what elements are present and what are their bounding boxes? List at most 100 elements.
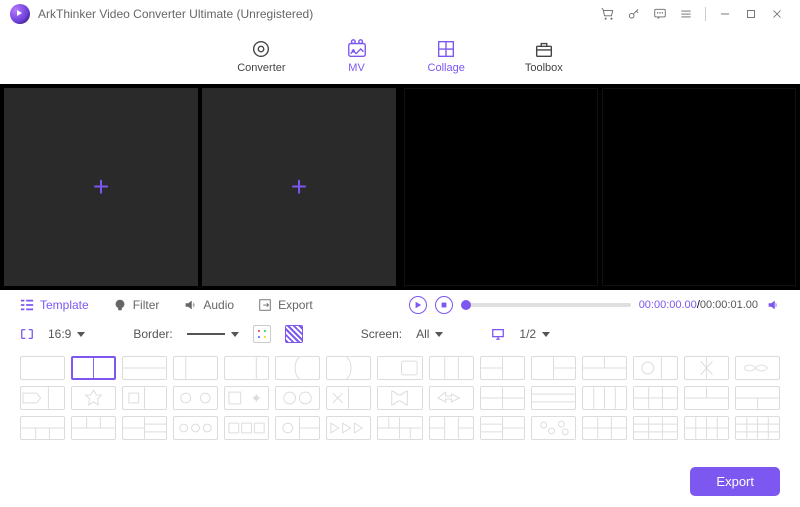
- collage-slot-2[interactable]: +: [202, 88, 396, 286]
- template-item[interactable]: [429, 356, 474, 380]
- template-item[interactable]: [531, 356, 576, 380]
- titlebar: ArkThinker Video Converter Ultimate (Unr…: [0, 0, 800, 28]
- close-button[interactable]: [766, 3, 788, 25]
- template-item[interactable]: [173, 386, 218, 410]
- time-current: 00:00:00.00: [639, 299, 697, 311]
- seek-handle[interactable]: [461, 300, 471, 310]
- template-item[interactable]: [633, 416, 678, 440]
- template-options: 16:9 Border: Screen: All 1/2: [0, 320, 800, 348]
- template-item[interactable]: [275, 356, 320, 380]
- section-audio-label: Audio: [203, 298, 234, 312]
- template-item[interactable]: [326, 356, 371, 380]
- template-item[interactable]: [735, 356, 780, 380]
- template-item[interactable]: [633, 356, 678, 380]
- time-display: 00:00:00.00/00:00:01.00: [639, 299, 758, 311]
- add-media-icon: +: [93, 171, 109, 203]
- tab-toolbox-label: Toolbox: [525, 62, 563, 74]
- template-item[interactable]: [122, 356, 167, 380]
- key-icon[interactable]: [623, 3, 645, 25]
- preview-slot-2: [602, 88, 796, 286]
- playback-controls: 00:00:00.00/00:00:01.00: [409, 296, 780, 314]
- border-label: Border:: [133, 327, 172, 341]
- tab-converter-label: Converter: [237, 62, 285, 74]
- template-item[interactable]: [735, 416, 780, 440]
- template-item[interactable]: [173, 356, 218, 380]
- template-item[interactable]: [582, 356, 627, 380]
- collage-slot-1[interactable]: +: [4, 88, 198, 286]
- template-item[interactable]: [429, 386, 474, 410]
- add-media-icon: +: [291, 171, 307, 203]
- tab-converter[interactable]: Converter: [237, 38, 285, 74]
- screen-icon: [491, 327, 505, 341]
- page-dropdown[interactable]: 1/2: [519, 327, 550, 341]
- template-item[interactable]: [122, 416, 167, 440]
- template-item[interactable]: [275, 386, 320, 410]
- app-title: ArkThinker Video Converter Ultimate (Unr…: [38, 7, 313, 21]
- feedback-icon[interactable]: [649, 3, 671, 25]
- menu-icon[interactable]: [675, 3, 697, 25]
- template-item[interactable]: [377, 416, 422, 440]
- template-item[interactable]: [582, 386, 627, 410]
- minimize-button[interactable]: [714, 3, 736, 25]
- template-item[interactable]: [480, 416, 525, 440]
- border-color-button[interactable]: [253, 325, 271, 343]
- template-item[interactable]: [71, 416, 116, 440]
- template-item[interactable]: [377, 356, 422, 380]
- cart-icon[interactable]: [597, 3, 619, 25]
- template-item[interactable]: [224, 416, 269, 440]
- template-item[interactable]: [531, 416, 576, 440]
- tab-collage[interactable]: Collage: [428, 38, 465, 74]
- border-pattern-button[interactable]: [285, 325, 303, 343]
- play-button[interactable]: [409, 296, 427, 314]
- template-item[interactable]: [224, 356, 269, 380]
- collage-edit-pane: + +: [0, 84, 400, 290]
- export-button[interactable]: Export: [690, 467, 780, 496]
- footer: Export: [0, 455, 800, 507]
- template-item[interactable]: [20, 416, 65, 440]
- template-item[interactable]: [633, 386, 678, 410]
- stop-button[interactable]: [435, 296, 453, 314]
- preview-pane: [400, 84, 800, 290]
- template-item[interactable]: [531, 386, 576, 410]
- section-template-label: Template: [40, 298, 89, 312]
- tab-mv[interactable]: MV: [346, 38, 368, 74]
- section-filter[interactable]: Filter: [113, 298, 160, 312]
- template-item[interactable]: [684, 416, 729, 440]
- screen-label: Screen:: [361, 327, 402, 341]
- template-item[interactable]: [20, 356, 65, 380]
- section-export[interactable]: Export: [258, 298, 313, 312]
- template-item[interactable]: [71, 386, 116, 410]
- section-template[interactable]: Template: [20, 298, 89, 312]
- section-audio[interactable]: Audio: [183, 298, 234, 312]
- tab-collage-label: Collage: [428, 62, 465, 74]
- template-item[interactable]: [122, 386, 167, 410]
- template-item[interactable]: [326, 386, 371, 410]
- template-item[interactable]: [173, 416, 218, 440]
- template-item[interactable]: [684, 356, 729, 380]
- template-item[interactable]: [480, 386, 525, 410]
- screen-dropdown[interactable]: All: [416, 327, 443, 341]
- template-grid: [0, 348, 800, 444]
- template-item[interactable]: [224, 386, 269, 410]
- template-item[interactable]: [480, 356, 525, 380]
- template-item[interactable]: [275, 416, 320, 440]
- ratio-value: 16:9: [48, 327, 71, 341]
- divider: [705, 7, 706, 21]
- template-item[interactable]: [735, 386, 780, 410]
- ratio-dropdown[interactable]: 16:9: [48, 327, 85, 341]
- template-item[interactable]: [429, 416, 474, 440]
- section-export-label: Export: [278, 298, 313, 312]
- volume-button[interactable]: [766, 298, 780, 312]
- tab-toolbox[interactable]: Toolbox: [525, 38, 563, 74]
- section-tabs: Template Filter Audio Export 00:00:00.00…: [0, 290, 800, 320]
- maximize-button[interactable]: [740, 3, 762, 25]
- template-item[interactable]: [377, 386, 422, 410]
- template-item[interactable]: [71, 356, 116, 380]
- border-line-preview: [187, 333, 225, 335]
- border-style-dropdown[interactable]: [187, 332, 239, 337]
- template-item[interactable]: [582, 416, 627, 440]
- seek-bar[interactable]: [461, 303, 631, 307]
- template-item[interactable]: [326, 416, 371, 440]
- template-item[interactable]: [684, 386, 729, 410]
- template-item[interactable]: [20, 386, 65, 410]
